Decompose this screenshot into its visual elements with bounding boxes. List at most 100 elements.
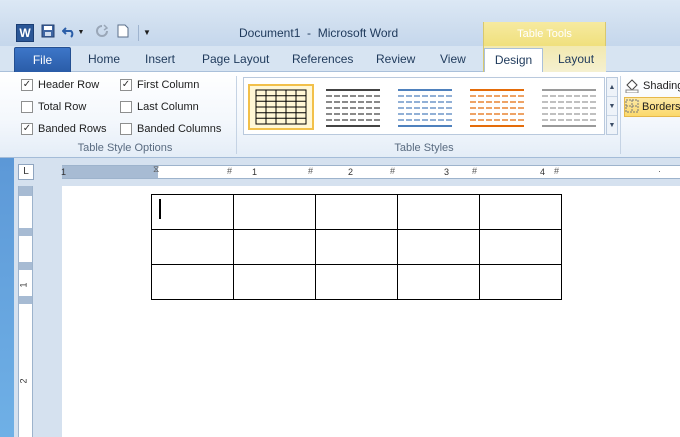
group-label-table-style-options: Table Style Options [77,142,173,154]
table-cell[interactable] [315,229,398,265]
word-app-icon[interactable]: W [16,24,34,42]
option-last-column[interactable]: Last Column [120,99,199,115]
option-banded-columns[interactable]: Banded Columns [120,121,221,137]
table-cell[interactable] [233,264,316,300]
option-label: Last Column [137,101,199,113]
checkbox-checked-icon[interactable]: ✓ [21,123,33,135]
gallery-scroll: ▲ ▼ ▼ [606,77,618,135]
ruler-number: 1 [61,167,67,177]
ruler-number: 4 [540,167,546,177]
tab-home[interactable]: Home [88,52,120,66]
option-label: Header Row [38,79,100,91]
table-cell[interactable] [233,194,316,230]
shading-label: Shading [643,80,680,92]
table-row [151,264,562,300]
tab-file[interactable]: File [14,47,71,72]
borders-label: Borders [642,101,680,113]
tab-review[interactable]: Review [376,52,415,66]
ruler-number: 2 [18,378,29,384]
row-marker[interactable] [19,262,32,270]
table-tools-context-header: Table Tools [483,22,606,46]
gallery-more-icon[interactable]: ▼ [607,116,617,135]
checkbox-unchecked-icon[interactable] [120,123,132,135]
horizontal-ruler[interactable]: 1 1 2 3 4 ⧖ # # # # # · [61,164,680,179]
table-styles-gallery [243,77,605,135]
style-plain-dark[interactable] [320,84,386,130]
indent-marker-icon[interactable]: ⧖ [153,164,159,175]
column-marker-icon[interactable]: # [227,166,232,176]
table-cell[interactable] [233,229,316,265]
table-cell[interactable] [151,229,234,265]
checkbox-checked-icon[interactable]: ✓ [120,79,132,91]
group-divider [236,76,237,154]
table-tools-label: Table Tools [517,28,572,40]
option-banded-rows[interactable]: ✓ Banded Rows [21,121,107,137]
style-light-shading-blue[interactable] [392,84,458,130]
tab-selector-icon[interactable]: L [18,164,34,180]
document-table[interactable] [151,194,562,300]
undo-icon[interactable] [61,24,77,42]
ruler-number: 3 [444,167,450,177]
title-bar: W ▼ ▼ Document1 - Microsoft Word Table T… [0,0,680,46]
tab-page-layout[interactable]: Page Layout [202,52,269,66]
borders-button[interactable]: Borders [624,97,680,117]
shading-button[interactable]: Shading [624,76,680,96]
qat-separator [138,25,139,41]
vertical-ruler[interactable]: 1 2 [18,186,33,437]
tab-layout[interactable]: Layout [558,52,594,66]
table-cell[interactable] [479,194,562,230]
tab-references[interactable]: References [292,52,353,66]
checkbox-unchecked-icon[interactable] [120,101,132,113]
table-cell[interactable] [151,264,234,300]
group-label-table-styles: Table Styles [394,142,454,154]
style-table-grid[interactable] [248,84,314,130]
ruler-number: 2 [348,167,354,177]
paint-bucket-icon [624,77,640,96]
save-icon[interactable] [40,24,56,42]
tab-view[interactable]: View [440,52,466,66]
table-cell[interactable] [315,194,398,230]
new-document-icon[interactable] [115,24,131,42]
customize-qat-icon[interactable]: ▼ [141,24,153,42]
table-row [151,194,562,230]
ruler-number: 1 [252,167,258,177]
ruler-number: 1 [18,282,29,288]
undo-dropdown-icon[interactable]: ▼ [77,24,85,42]
ruler-left-margin [62,166,158,178]
group-divider [620,76,621,154]
ribbon-tabs: File Home Insert Page Layout References … [0,46,680,73]
column-marker-icon[interactable]: # [308,166,313,176]
checkbox-checked-icon[interactable]: ✓ [21,79,33,91]
borders-icon [625,99,639,116]
gallery-scroll-down-icon[interactable]: ▼ [607,97,617,116]
option-first-column[interactable]: ✓ First Column [120,77,199,93]
table-cell[interactable] [479,229,562,265]
option-label: Banded Columns [137,123,222,135]
table-cell[interactable] [479,264,562,300]
table-cell[interactable] [397,264,480,300]
column-marker-icon[interactable]: # [554,166,559,176]
table-cell[interactable] [397,194,480,230]
row-marker[interactable] [19,228,32,236]
gallery-scroll-up-icon[interactable]: ▲ [607,78,617,97]
tab-design[interactable]: Design [484,48,543,73]
column-marker-icon[interactable]: # [472,166,477,176]
option-total-row[interactable]: Total Row [21,99,86,115]
window-title: Document1 - Microsoft Word [239,26,399,40]
row-marker[interactable] [19,296,32,304]
style-light-shading-orange[interactable] [464,84,530,130]
table-cell[interactable] [151,194,234,230]
ribbon-design: ✓ Header Row Total Row ✓ Banded Rows ✓ F… [0,72,680,158]
checkbox-unchecked-icon[interactable] [21,101,33,113]
style-light-shading-gray[interactable] [536,84,602,130]
ruler-top-margin [19,186,32,196]
table-row [151,229,562,265]
redo-icon[interactable] [94,24,110,42]
option-header-row[interactable]: ✓ Header Row [21,77,99,93]
table-cell[interactable] [315,264,398,300]
tab-insert[interactable]: Insert [145,52,175,66]
ruler-tick: · [658,166,661,176]
option-label: Banded Rows [38,123,107,135]
column-marker-icon[interactable]: # [390,166,395,176]
table-cell[interactable] [397,229,480,265]
